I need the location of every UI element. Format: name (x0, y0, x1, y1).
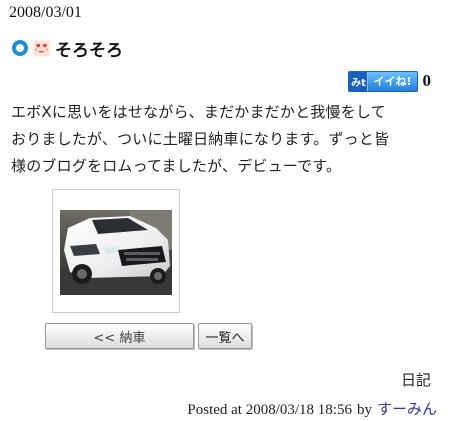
author-link[interactable]: すーみん (377, 398, 437, 419)
entry-body-line: おりましたが、ついに土曜日納車になります。ずっと皆 (11, 130, 390, 148)
iine-label: イイね! (368, 71, 417, 91)
posted-at: Posted at 2008/03/18 18:56 (187, 402, 352, 418)
entry-title-row: そろそろ (12, 36, 123, 61)
entry-title: そろそろ (55, 40, 123, 61)
entry-body: エボXに思いをはせながら、まだかまだかと我慢をして おりましたが、ついに土曜日納… (11, 99, 441, 180)
white-car-photo (60, 210, 172, 295)
entry-body-line: 様のブログをロムってましたが、デビューです。 (11, 157, 342, 175)
entry-category[interactable]: 日記 (401, 369, 431, 390)
blue-ring-icon (12, 40, 28, 56)
back-to-list-button[interactable]: 一覧へ (198, 323, 252, 349)
minkara-logo-icon: みt (349, 71, 369, 91)
entry-footer: Posted at 2008/03/18 18:56 by すーみん (187, 398, 437, 419)
iine-count: 0 (422, 71, 432, 90)
photo-thumbnail[interactable] (52, 189, 180, 313)
iine-button[interactable]: みt イイね! (348, 70, 418, 92)
iine-widget: みt イイね! 0 (348, 70, 431, 92)
entry-body-line: エボXに思いをはせながら、まだかまだかと我慢をして (11, 103, 386, 121)
entry-date: 2008/03/01 (9, 4, 82, 21)
love-face-icon (33, 40, 50, 56)
prev-entry-button[interactable]: << 納車 (45, 323, 194, 349)
posted-by-label: by (356, 402, 372, 418)
